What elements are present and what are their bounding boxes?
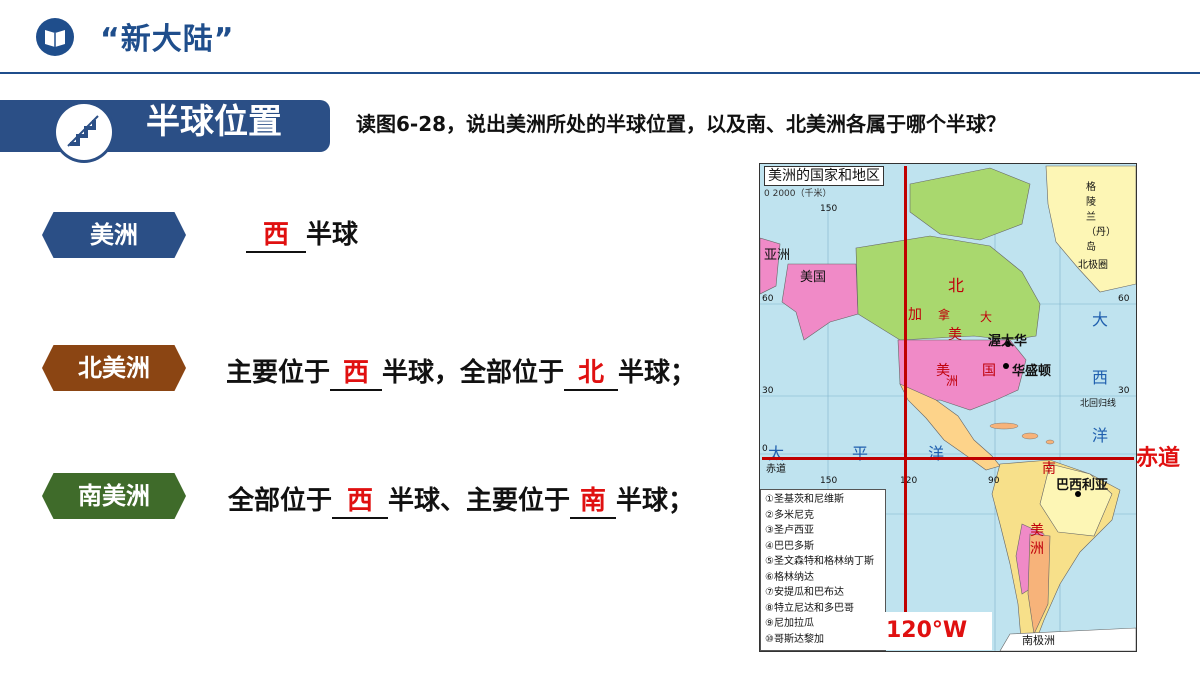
label-north-america-1: 北	[948, 276, 965, 295]
legend-item: ⑦安提瓜和巴布达	[765, 587, 844, 598]
label-usa-2: 国	[982, 363, 996, 379]
label-equator-small: 赤道	[766, 464, 786, 475]
map-scale: 0 2000（千米）	[764, 189, 832, 199]
grid-label: 0	[762, 444, 768, 454]
grid-label: 30	[1118, 386, 1130, 396]
label-asia: 亚洲	[764, 248, 791, 263]
tag-north-america: 北美洲	[42, 345, 186, 391]
label-south-america-3: 洲	[1030, 541, 1044, 557]
equator-label: 赤道	[1136, 446, 1181, 471]
answer-suffix: 半球；	[618, 358, 697, 388]
grid-label: 90	[988, 476, 1000, 486]
meridian-120w-line	[904, 166, 907, 648]
answer-prefix: 主要位于	[226, 358, 331, 388]
grid-label: 120	[900, 476, 918, 486]
answer-suffix: 半球	[306, 220, 359, 250]
legend-item: ⑨尼加拉瓜	[765, 618, 814, 629]
legend-item: ⑧特立尼达和多巴哥	[765, 602, 854, 614]
meridian-label: 120°W	[882, 612, 992, 650]
washington-marker	[1003, 363, 1009, 369]
map-title: 美洲的国家和地区	[764, 166, 884, 186]
label-canada-1: 加	[908, 307, 922, 323]
page-title: “新大陆”	[100, 22, 235, 57]
label-pacific-3: 洋	[928, 444, 945, 463]
grid-label: 150	[820, 204, 838, 214]
grid-label: 60	[1118, 294, 1130, 304]
answer-mid: 半球、主要位于	[388, 486, 571, 516]
header-divider	[0, 72, 1200, 74]
label-washington: 华盛顿	[1012, 364, 1052, 379]
label-tropic-cancer: 北回归线	[1080, 399, 1117, 409]
grid-label: 30	[762, 386, 774, 396]
label-pacific-2: 平	[852, 444, 869, 463]
label-atlantic-3: 洋	[1092, 426, 1109, 445]
americas-map: 美洲的国家和地区 0 2000（千米） 亚洲 美国 格陵兰（丹）岛 北极圈 北 …	[759, 163, 1137, 652]
section-title: 半球位置	[146, 102, 282, 142]
tag-south-america: 南美洲	[42, 473, 186, 519]
answer-blank: 西	[246, 214, 306, 253]
answer-prefix: 全部位于	[228, 486, 333, 516]
equator-line	[762, 457, 1134, 460]
label-greenland: 格陵兰（丹）岛	[1086, 182, 1116, 253]
answer-line-america: 西半球	[246, 214, 358, 253]
stairs-icon	[56, 104, 112, 160]
label-antarctica: 南极洲	[1022, 634, 1055, 647]
tag-america: 美洲	[42, 212, 186, 258]
grid-label: 150	[820, 476, 838, 486]
label-alaska: 美国	[800, 270, 827, 285]
answer-mid: 半球，全部位于	[382, 358, 565, 388]
answer-blank-1: 西	[330, 352, 383, 391]
legend-item: ①圣基茨和尼维斯	[765, 494, 844, 505]
legend-item: ②多米尼克	[765, 509, 814, 521]
legend-item: ④巴巴多斯	[765, 540, 814, 552]
label-canada-2: 拿	[938, 308, 951, 322]
legend-item: ⑥格林纳达	[765, 571, 814, 583]
map-legend: ①圣基茨和尼维斯 ②多米尼克 ③圣卢西亚 ④巴巴多斯 ⑤圣文森特和格林纳丁斯 ⑥…	[760, 489, 886, 651]
answer-line-south-america: 全部位于西半球、主要位于南半球；	[228, 480, 694, 519]
label-atlantic-2: 西	[1092, 368, 1109, 387]
label-canada-3: 大	[980, 310, 993, 324]
answer-blank-1: 西	[332, 480, 389, 519]
legend-item: ⑤圣文森特和格林纳丁斯	[765, 556, 874, 567]
legend-item: ③圣卢西亚	[765, 525, 814, 536]
label-north-america-2: 美	[948, 327, 962, 343]
legend-item: ⑩哥斯达黎加	[765, 633, 824, 645]
label-south-america-1: 南	[1042, 461, 1056, 477]
label-north-america-3: 洲	[946, 374, 959, 388]
label-ottawa: 渥太华	[988, 334, 1028, 349]
answer-line-north-america: 主要位于西半球，全部位于北半球；	[226, 352, 696, 391]
label-south-america-2: 美	[1030, 523, 1044, 539]
question-text: 读图6-28，说出美洲所处的半球位置，以及南、北美洲各属于哪个半球？	[356, 112, 1007, 136]
answer-suffix: 半球；	[616, 486, 695, 516]
label-arctic-circle: 北极圈	[1078, 260, 1108, 271]
answer-blank-2: 北	[564, 352, 619, 391]
book-icon	[36, 18, 74, 56]
answer-blank-2: 南	[570, 480, 617, 519]
label-brasilia: 巴西利亚	[1056, 478, 1109, 493]
label-atlantic-1: 大	[1092, 310, 1109, 329]
grid-label: 60	[762, 294, 774, 304]
